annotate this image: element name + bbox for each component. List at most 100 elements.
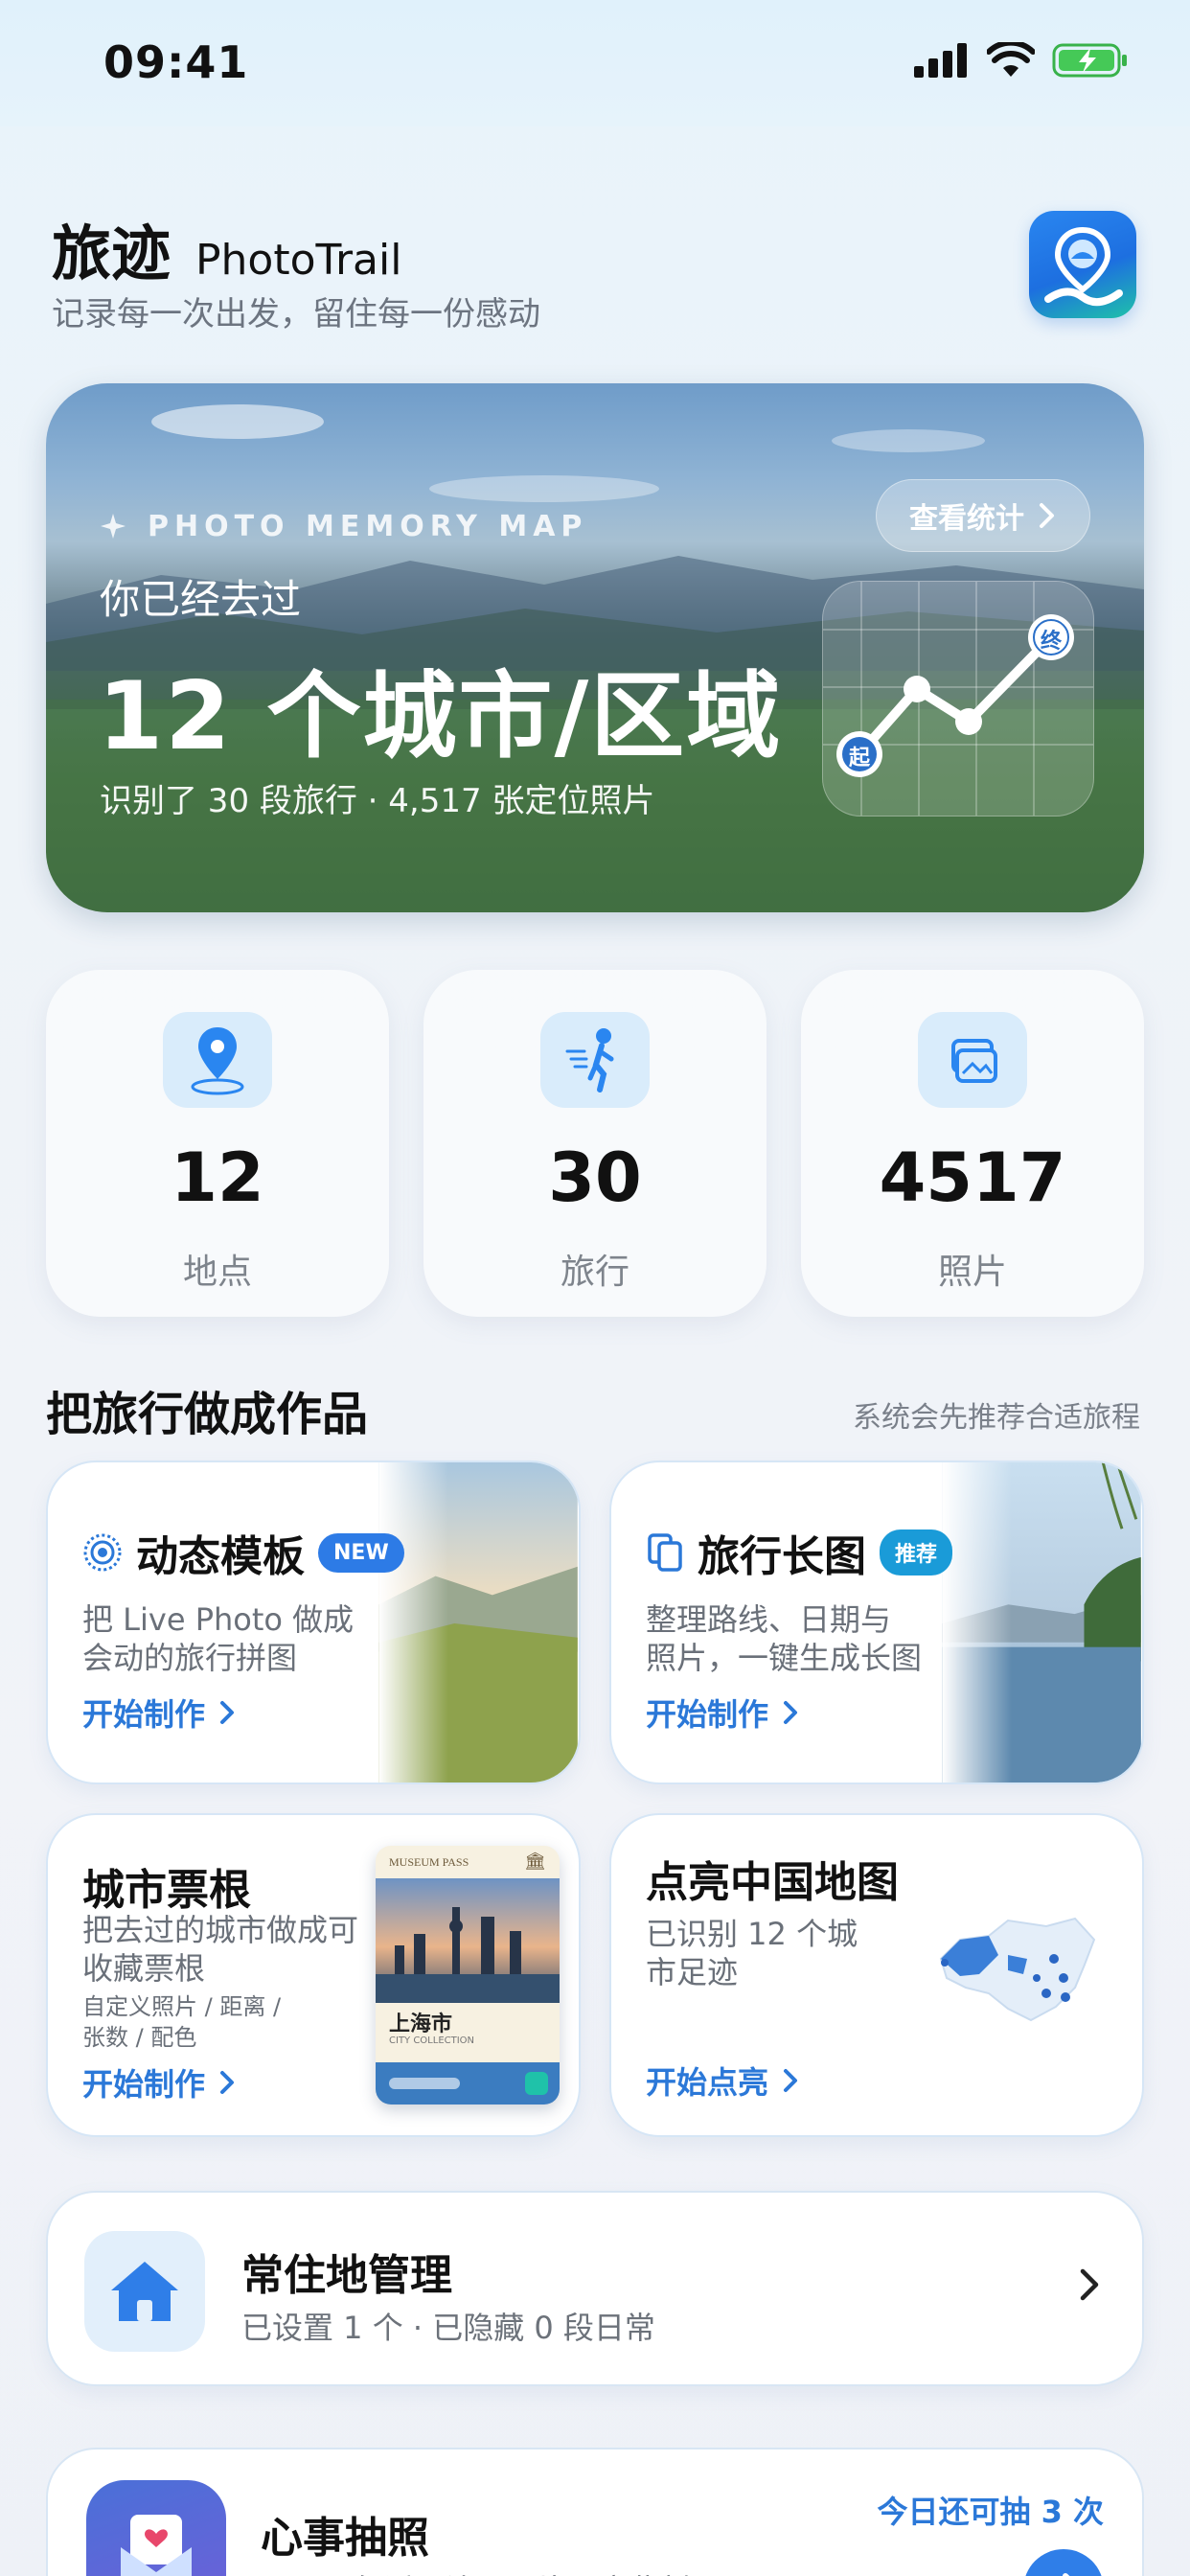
card-title-text: 动态模板 [136,1532,305,1581]
card-desc-line1: 整理路线、日期与 [646,1601,892,1638]
card-travel-long-image[interactable]: 旅行长图 推荐 整理路线、日期与 照片，一键生成长图 开始制作 [609,1460,1144,1784]
card-desc-line2: 收藏票根 [82,1950,206,1987]
card-desc-line1: 把去过的城市做成可 [82,1912,359,1948]
mood-photo-draw-card[interactable]: 心事抽照 写下一句话，让旧照片回应此刻 今日还可抽 3 次 [46,2448,1144,2576]
start-making-button[interactable]: 开始制作 [82,2060,236,2104]
sparkle-icon [101,513,126,539]
section-hint: 系统会先推荐合适旅程 [853,1401,1140,1435]
pass-header: MUSEUM PASS [389,1855,469,1869]
card-desc: 把去过的城市做成可 收藏票根 [82,1911,358,1988]
start-making-button[interactable]: 开始制作 [82,1690,236,1735]
wifi-icon [987,42,1035,77]
location-pin-icon [191,1027,244,1095]
live-photo-icon [83,1533,122,1572]
home-icon-box [84,2231,205,2352]
card-desc-line2: 市足迹 [646,1954,739,1990]
cellular-signal-icon [914,43,967,78]
section-title: 把旅行做成作品 [46,1388,369,1441]
card-desc-line1: 已识别 12 个城 [646,1916,858,1952]
card-desc: 整理路线、日期与 照片，一键生成长图 [646,1600,922,1677]
card-desc: 把 Live Photo 做成 会动的旅行拼图 [82,1600,354,1677]
pass-subtitle: CITY COLLECTION [389,2036,475,2046]
hero-summary: 识别了 30 段旅行 · 4,517 张定位照片 [100,782,655,820]
hero-kicker: PHOTO MEMORY MAP [100,510,587,543]
hero-line1: 你已经去过 [100,576,302,623]
status-icons [914,42,1129,79]
stat-icon-box [163,1012,272,1108]
pass-footer [376,2062,560,2104]
app-logo[interactable] [1029,211,1136,318]
home-management-row[interactable]: 常住地管理 已设置 1 个 · 已隐藏 0 段日常 [46,2191,1144,2386]
app-title-cn: 旅迹 [52,218,172,288]
cta-label: 开始制作 [82,1696,206,1733]
stat-card-places[interactable]: 12 地点 [46,970,389,1317]
stat-icon-box [918,1012,1027,1108]
walking-person-icon [565,1028,614,1092]
photos-stack-icon [951,1039,997,1083]
status-time: 09:41 [103,36,249,88]
mini-logo-icon [525,2072,548,2095]
stat-label: 照片 [937,1253,1007,1292]
card-title-text: 城市票根 [82,1866,251,1915]
recommended-badge: 推荐 [880,1530,953,1576]
chevron-right-icon [1080,2268,1099,2301]
chevron-right-icon [784,2069,798,2092]
stat-card-photos[interactable]: 4517 照片 [801,970,1144,1317]
start-making-button[interactable]: 开始制作 [646,1690,799,1735]
chevron-right-icon [220,1701,235,1724]
chevron-right-icon [784,1701,798,1724]
cta-label: 开始制作 [82,2066,206,2103]
card-desc: 已识别 12 个城 市足迹 [646,1915,858,1991]
hero-kicker-text: PHOTO MEMORY MAP [148,510,588,543]
card-note-line2: 张数 / 配色 [82,2024,197,2051]
card-china-map[interactable]: 点亮中国地图 已识别 12 个城 市足迹 开始点亮 [609,1813,1144,2137]
pass-city: 上海市 [389,2012,453,2036]
status-bar: 09:41 [0,0,1190,126]
cta-label: 开始点亮 [646,2064,769,2101]
route-grid [823,582,1093,816]
card-title: 城市票根 [82,1855,251,1917]
china-map-icon [939,1917,1096,2022]
stat-label: 旅行 [560,1253,629,1292]
route-start-label: 起 [848,747,870,770]
draw-go-button[interactable] [1023,2549,1104,2576]
cta-label: 开始制作 [646,1696,769,1733]
app-title-en: PhotoTrail [195,236,402,285]
card-note: 自定义照片 / 距离 / 张数 / 配色 [82,1991,281,2053]
view-stats-button[interactable]: 查看统计 [876,479,1090,552]
card-title-text: 旅行长图 [698,1532,866,1581]
copy-pages-icon [648,1533,682,1572]
skyline-photo [376,1878,560,2003]
stat-card-trips[interactable]: 30 旅行 [423,970,767,1317]
home-subtitle: 已设置 1 个 · 已隐藏 0 段日常 [241,2310,655,2346]
arrow-right-icon [1063,2573,1070,2576]
card-title: 点亮中国地图 [646,1848,899,1909]
card-note-line1: 自定义照片 / 距离 / [82,1993,282,2020]
view-stats-label: 查看统计 [909,502,1024,536]
card-title: 动态模板 NEW [82,1522,404,1583]
museum-pass-ticket: MUSEUM PASS 🏛 上海市 CITY COLLECTION [376,1846,560,2104]
stat-value: 12 [171,1138,264,1217]
home-title: 常住地管理 [241,2251,452,2300]
new-badge: NEW [318,1532,404,1573]
museum-icon: 🏛 [524,1852,546,1872]
lake-photo [942,1462,1141,1782]
start-lighting-button[interactable]: 开始点亮 [646,2058,799,2103]
route-preview: 起 终 [822,581,1094,816]
card-city-ticket[interactable]: 城市票根 把去过的城市做成可 收藏票根 自定义照片 / 距离 / 张数 / 配色… [46,1813,581,2137]
battery-charging-icon [1052,43,1127,78]
card-desc-line1: 把 Live Photo 做成 [82,1601,355,1638]
hero-card[interactable]: PHOTO MEMORY MAP 你已经去过 12 个城市/区域 识别了 30 … [46,383,1144,912]
card-desc-line2: 照片，一键生成长图 [646,1640,923,1676]
card-live-template[interactable]: 动态模板 NEW 把 Live Photo 做成 会动的旅行拼图 开始制作 [46,1460,581,1784]
chevron-right-icon [1040,503,1054,528]
app-title: 旅迹 PhotoTrail [52,205,401,291]
envelope-heart-glyph [121,2515,192,2576]
stat-value: 30 [548,1138,642,1217]
draw-title: 心事抽照 [261,2514,429,2563]
chevron-right-icon [220,2071,235,2094]
draw-remaining: 今日还可抽 3 次 [877,2494,1104,2530]
stat-icon-box [540,1012,650,1108]
map-pin-logo-icon [1044,226,1123,307]
card-desc-line2: 会动的旅行拼图 [82,1640,298,1676]
